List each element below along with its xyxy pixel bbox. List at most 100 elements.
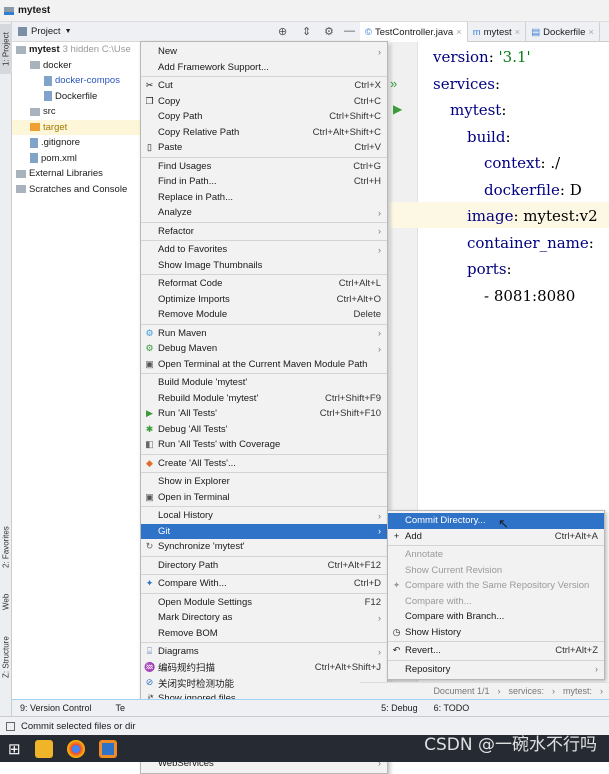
menu-item-build-module-mytest[interactable]: Build Module 'mytest' — [141, 375, 387, 391]
menu-item-rebuild-module-mytest[interactable]: Rebuild Module 'mytest' Ctrl+Shift+F9 — [141, 391, 387, 407]
menu-item-find-in-path[interactable]: Find in Path... Ctrl+H — [141, 174, 387, 190]
menu-item-revert[interactable]: ↶ Revert... Ctrl+Alt+Z — [388, 643, 604, 659]
menu-item-run-maven[interactable]: ⚙ Run Maven › — [141, 326, 387, 342]
tool-tab-web[interactable]: Web — [0, 587, 12, 617]
project-view-selector[interactable]: Project — [31, 26, 61, 37]
menu-item-show-in-explorer[interactable]: Show in Explorer — [141, 474, 387, 490]
breadcrumb-item[interactable]: mytest: — [563, 686, 592, 696]
menu-item-compare-with-branch[interactable]: Compare with Branch... — [388, 609, 604, 625]
menu-item-cut[interactable]: ✂ Cut Ctrl+X — [141, 78, 387, 94]
tree-item[interactable]: src — [30, 104, 56, 119]
close-icon[interactable]: × — [588, 27, 594, 38]
gear-icon[interactable]: ⚙ — [324, 25, 334, 38]
menu-item-label: Debug 'All Tests' — [158, 423, 228, 435]
shortcut: Ctrl+Alt+L — [338, 278, 381, 290]
menu-item-paste[interactable]: ▯ Paste Ctrl+V — [141, 140, 387, 156]
menu-item-find-usages[interactable]: Find Usages Ctrl+G — [141, 159, 387, 175]
tree-item[interactable]: docker-compos — [44, 73, 120, 88]
yaml-value: mytest:v2 — [523, 207, 598, 225]
menu-item-create-all-tests[interactable]: ◆ Create 'All Tests'... — [141, 456, 387, 472]
menu-item-copy-path[interactable]: Copy Path Ctrl+Shift+C — [141, 109, 387, 125]
minimize-icon[interactable]: — — [344, 25, 355, 37]
editor-tab[interactable]: ▤ Dockerfile × — [526, 22, 600, 42]
menu-item-commit-directory[interactable]: Commit Directory... — [388, 513, 604, 529]
menu-item-local-history[interactable]: Local History › — [141, 508, 387, 524]
version-control-tab[interactable]: 9: Version Control — [20, 703, 92, 713]
menu-item-open-in-terminal[interactable]: ▣ Open in Terminal — [141, 490, 387, 506]
menu-item-item[interactable]: ⊘ 关闭实时检测功能 — [141, 675, 387, 691]
todo-tab[interactable]: 6: TODO — [434, 703, 470, 713]
tree-item[interactable]: External Libraries — [16, 166, 103, 181]
breadcrumb-item[interactable]: Document 1/1 — [433, 686, 489, 696]
tree-item[interactable]: Dockerfile — [44, 89, 97, 104]
chevron-right-icon: › — [378, 526, 381, 537]
menu-item-item[interactable]: ♒ 编码规约扫描 Ctrl+Alt+Shift+J — [141, 660, 387, 676]
tree-item[interactable]: .gitignore — [30, 135, 80, 150]
close-icon[interactable]: × — [456, 27, 462, 38]
menu-item-mark-directory-as[interactable]: Mark Directory as › — [141, 610, 387, 626]
menu-item-run-all-tests-with-coverage[interactable]: ◧ Run 'All Tests' with Coverage — [141, 437, 387, 453]
tool-tab-favorites[interactable]: 2: Favorites — [0, 517, 12, 577]
menu-item-copy[interactable]: ❐ Copy Ctrl+C — [141, 94, 387, 110]
menu-item-remove-module[interactable]: Remove Module Delete — [141, 307, 387, 323]
menu-item-directory-path[interactable]: Directory Path Ctrl+Alt+F12 — [141, 558, 387, 574]
menu-item-debug-maven[interactable]: ⚙ Debug Maven › — [141, 341, 387, 357]
yaml-value: ./ — [550, 154, 561, 172]
menu-item-annotate[interactable]: Annotate — [388, 547, 604, 563]
menu-item-synchronize-mytest[interactable]: ↻ Synchronize 'mytest' — [141, 539, 387, 555]
menu-item-run-all-tests[interactable]: ▶ Run 'All Tests' Ctrl+Shift+F10 — [141, 406, 387, 422]
chevron-right-icon: › — [378, 646, 381, 657]
chrome-icon[interactable] — [66, 739, 85, 758]
editor-tab[interactable]: © TestController.java × — [360, 22, 468, 42]
add-icon: + — [393, 531, 400, 542]
menu-item-new[interactable]: New › — [141, 44, 387, 60]
collapse-icon[interactable]: ⇕ — [302, 25, 311, 38]
close-icon[interactable]: × — [515, 27, 521, 38]
menu-item-analyze[interactable]: Analyze › — [141, 205, 387, 221]
tree-item[interactable]: mytest 3 hidden C:\Use — [16, 42, 131, 57]
breadcrumb-item[interactable]: services: — [508, 686, 544, 696]
debug-tab[interactable]: 5: Debug — [381, 703, 418, 713]
menu-item-compare-with[interactable]: Compare with... — [388, 594, 604, 610]
menu-item-show-history[interactable]: ◷ Show History — [388, 625, 604, 641]
menu-item-diagrams[interactable]: ⌸ Diagrams › — [141, 644, 387, 660]
menu-item-open-terminal-at-the-current-maven-module-path[interactable]: ▣ Open Terminal at the Current Maven Modu… — [141, 357, 387, 373]
menu-item-refactor[interactable]: Refactor › — [141, 224, 387, 240]
windows-start-icon[interactable]: ⊞ — [8, 740, 21, 758]
tool-tab-project[interactable]: 1: Project — [0, 24, 12, 74]
tree-item[interactable]: docker — [30, 58, 72, 73]
tree-item[interactable]: pom.xml — [30, 151, 77, 166]
orange-folder-icon — [30, 123, 40, 131]
menu-item-show-image-thumbnails[interactable]: Show Image Thumbnails — [141, 258, 387, 274]
vmware-icon[interactable] — [98, 739, 117, 758]
file-explorer-icon[interactable] — [34, 739, 53, 758]
menu-item-show-current-revision[interactable]: Show Current Revision — [388, 563, 604, 579]
menu-item-reformat-code[interactable]: Reformat Code Ctrl+Alt+L — [141, 276, 387, 292]
menu-item-optimize-imports[interactable]: Optimize Imports Ctrl+Alt+O — [141, 292, 387, 308]
tool-tab-structure[interactable]: Z: Structure — [0, 627, 12, 687]
menu-item-remove-bom[interactable]: Remove BOM — [141, 626, 387, 642]
menu-item-compare-with[interactable]: ✦ Compare With... Ctrl+D — [141, 576, 387, 592]
tree-item-label: Dockerfile — [55, 90, 98, 102]
menu-item-open-module-settings[interactable]: Open Module Settings F12 — [141, 595, 387, 611]
menu-item-add-framework-support[interactable]: Add Framework Support... — [141, 60, 387, 76]
menu-item-replace-in-path[interactable]: Replace in Path... — [141, 190, 387, 206]
menu-item-add-to-favorites[interactable]: Add to Favorites › — [141, 242, 387, 258]
menu-item-git[interactable]: Git › — [141, 523, 387, 539]
menu-item-repository[interactable]: Repository › — [388, 662, 604, 678]
run-icon[interactable]: ▶ — [393, 102, 402, 116]
menu-item-add[interactable]: + Add Ctrl+Alt+A — [388, 529, 604, 545]
menu-item-copy-relative-path[interactable]: Copy Relative Path Ctrl+Alt+Shift+C — [141, 125, 387, 141]
menu-item-debug-all-tests[interactable]: ✱ Debug 'All Tests' — [141, 422, 387, 438]
status-icon[interactable] — [6, 721, 15, 731]
locate-icon[interactable]: ⊕ — [278, 25, 287, 38]
menu-item-label: Run Maven — [158, 327, 207, 339]
tree-item-hint: 3 hidden C:\Use — [62, 44, 131, 55]
menu-item-compare-with-the-same-repository-version[interactable]: ✦ Compare with the Same Repository Versio… — [388, 578, 604, 594]
editor-tab[interactable]: m mytest × — [468, 22, 527, 42]
tree-item[interactable]: Scratches and Console — [16, 182, 127, 197]
terminal-tab[interactable]: Te — [116, 703, 126, 713]
run-all-icon[interactable]: » — [390, 76, 397, 91]
colon: : — [488, 48, 499, 66]
chevron-down-icon[interactable]: ▼ — [65, 28, 72, 35]
